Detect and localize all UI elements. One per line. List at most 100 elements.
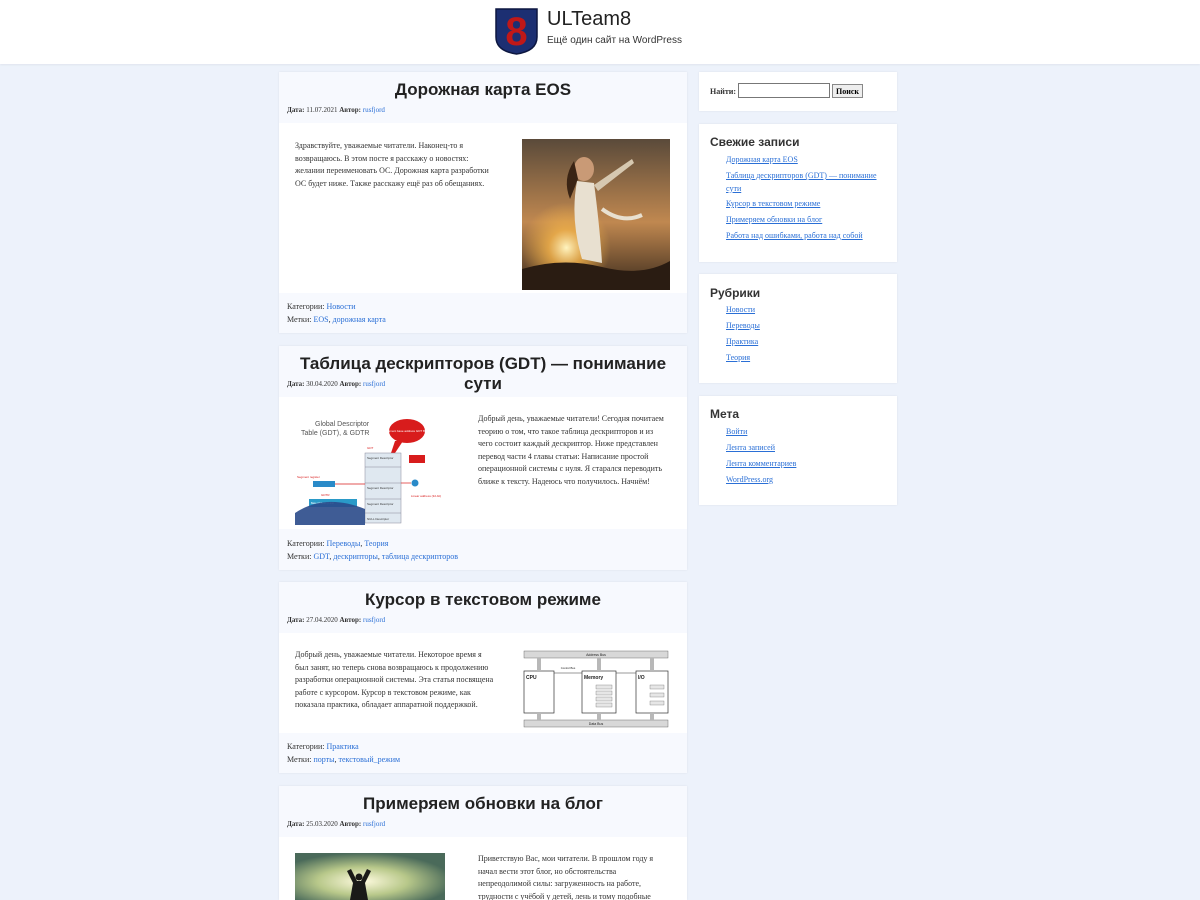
post-categories: Категории: Новости [287,302,356,311]
post-tags: Метки: порты, текстовый_режим [287,754,401,764]
list-item: WordPress.org [726,472,796,488]
categories-widget: Рубрики Новости Переводы Практика Теория [699,274,897,383]
category-link[interactable]: Теория [726,353,750,362]
entries-feed-link[interactable]: Лента записей [726,443,775,452]
category-link[interactable]: Новости [327,302,356,311]
svg-text:GDT: GDT [367,446,374,450]
svg-text:Address Bus: Address Bus [586,653,606,657]
search-button[interactable]: Поиск [832,84,863,98]
tag-link[interactable]: порты [313,755,334,764]
post-title[interactable]: Курсор в текстовом режиме [279,590,687,610]
recent-post-link[interactable]: Таблица дескрипторов (GDT) — понимание с… [726,171,877,193]
svg-text:Table (GDT), & GDTR: Table (GDT), & GDTR [301,430,369,437]
category-link[interactable]: Практика [726,337,758,346]
recent-posts-widget: Свежие записи Дорожная карта EOS Таблица… [699,124,897,262]
search-input[interactable] [738,83,830,98]
meta-list: Войти Лента записей Лента комментариев W… [726,424,796,488]
login-link[interactable]: Войти [726,427,747,436]
svg-text:I/O: I/O [638,675,645,681]
widget-title: Свежие записи [710,135,800,149]
svg-text:Linear address (32-bit): Linear address (32-bit) [411,494,441,498]
search-label: Найти: [710,87,737,96]
list-item: Лента комментариев [726,456,796,472]
post-thumbnail-person-sunrise[interactable] [295,853,445,900]
svg-text:Segment Descriptor: Segment Descriptor [367,456,394,460]
tag-link[interactable]: дорожная карта [333,315,386,324]
post-excerpt: Добрый день, уважаемые читатели. Некотор… [295,650,494,709]
svg-text:Segment Descriptor: Segment Descriptor [367,486,394,490]
tag-link[interactable]: дескрипторы [333,552,378,561]
category-link[interactable]: Новости [726,305,755,314]
site-title[interactable]: ULTeam8 [547,8,631,31]
tag-link[interactable]: таблица дескрипторов [382,552,458,561]
categories-list: Новости Переводы Практика Теория [726,302,760,366]
svg-text:GDTR: GDTR [321,493,330,497]
post-title[interactable]: Дорожная карта EOS [279,80,687,100]
post-thumbnail-bus-diagram[interactable]: Address Bus Data Bus CPU Memory I/O Cont… [520,649,672,729]
widget-title: Рубрики [710,286,761,300]
list-item: Переводы [726,318,760,334]
svg-text:Control Bus: Control Bus [561,666,576,670]
post-date: 27.04.2020 [306,616,338,624]
site-header: 8 ULTeam8 Ещё один сайт на WordPress [0,0,1200,64]
recent-post-link[interactable]: Курсор в текстовом режиме [726,199,820,208]
list-item: Практика [726,334,760,350]
post-gdt: Таблица дескрипторов (GDT) — понимание с… [279,346,687,570]
post-date: 30.04.2020 [306,380,338,388]
post-footer: Категории: Переводы, Теория Метки: GDT, … [287,538,458,563]
post-meta: Дата: 27.04.2020 Автор: rusfjord [287,616,386,624]
svg-text:CPU: CPU [526,675,537,681]
post-date: 25.03.2020 [306,820,338,828]
site-description: Ещё один сайт на WordPress [547,35,682,46]
post-date: 11.07.2021 [306,106,338,114]
post-meta: Дата: 30.04.2020 Автор: rusfjord [287,380,386,388]
post-footer: Категории: Практика Метки: порты, тексто… [287,741,400,766]
list-item: Новости [726,302,760,318]
list-item: Курсор в текстовом режиме [726,196,886,212]
svg-text:Segment base address GDT Base: Segment base address GDT Base [384,429,430,433]
category-link[interactable]: Теория [364,539,388,548]
list-item: Дорожная карта EOS [726,152,886,168]
list-item: Теория [726,350,760,366]
post-thumbnail-gdt-diagram[interactable]: Global Descriptor Table (GDT), & GDTR Se… [295,413,445,525]
comments-feed-link[interactable]: Лента комментариев [726,459,796,468]
post-excerpt: Здравствуйте, уважаемые читатели. Наконе… [295,141,489,188]
svg-text:NULL Descriptor: NULL Descriptor [367,517,389,521]
category-link[interactable]: Практика [327,742,359,751]
svg-text:Memory: Memory [584,675,603,681]
svg-text:Data Bus: Data Bus [589,722,604,726]
recent-post-link[interactable]: Примеряем обновки на блог [726,215,822,224]
post-author-link[interactable]: rusfjord [363,616,385,624]
post-tags: Метки: EOS, дорожная карта [287,314,386,324]
list-item: Лента записей [726,440,796,456]
tag-link[interactable]: EOS [313,315,328,324]
post-author-link[interactable]: rusfjord [363,106,385,114]
post-meta: Дата: 25.03.2020 Автор: rusfjord [287,820,386,828]
post-author-link[interactable]: rusfjord [363,820,385,828]
post-body: Здравствуйте, уважаемые читатели. Наконе… [279,123,687,293]
post-title[interactable]: Таблица дескрипторов (GDT) — понимание с… [279,354,687,394]
site-logo[interactable]: 8 [494,7,539,55]
list-item: Таблица дескрипторов (GDT) — понимание с… [726,168,886,196]
tag-link[interactable]: текстовый_режим [339,755,401,764]
recent-post-link[interactable]: Работа над ошибками, работа над собой [726,231,863,240]
category-link[interactable]: Переводы [327,539,361,548]
meta-widget: Мета Войти Лента записей Лента комментар… [699,396,897,505]
post-thumbnail-woman-sunset[interactable] [522,139,670,290]
svg-text:Segment Descriptor: Segment Descriptor [367,502,394,506]
svg-text:Segment register: Segment register [297,475,320,479]
list-item: Работа над ошибками, работа над собой [726,228,886,244]
post-tags: Метки: GDT, дескрипторы, таблица дескрип… [287,551,459,561]
wordpress-org-link[interactable]: WordPress.org [726,475,773,484]
list-item: Войти [726,424,796,440]
recent-post-link[interactable]: Дорожная карта EOS [726,155,798,164]
list-item: Примеряем обновки на блог [726,212,886,228]
search-widget: Найти: Поиск [699,72,897,111]
post-author-link[interactable]: rusfjord [363,380,385,388]
category-link[interactable]: Переводы [726,321,760,330]
post-title[interactable]: Примеряем обновки на блог [279,794,687,814]
recent-posts-list: Дорожная карта EOS Таблица дескрипторов … [726,152,886,244]
post-eos-roadmap: Дорожная карта EOS Дата: 11.07.2021 Авто… [279,72,687,333]
post-body: Global Descriptor Table (GDT), & GDTR Se… [279,397,687,529]
tag-link[interactable]: GDT [313,552,329,561]
